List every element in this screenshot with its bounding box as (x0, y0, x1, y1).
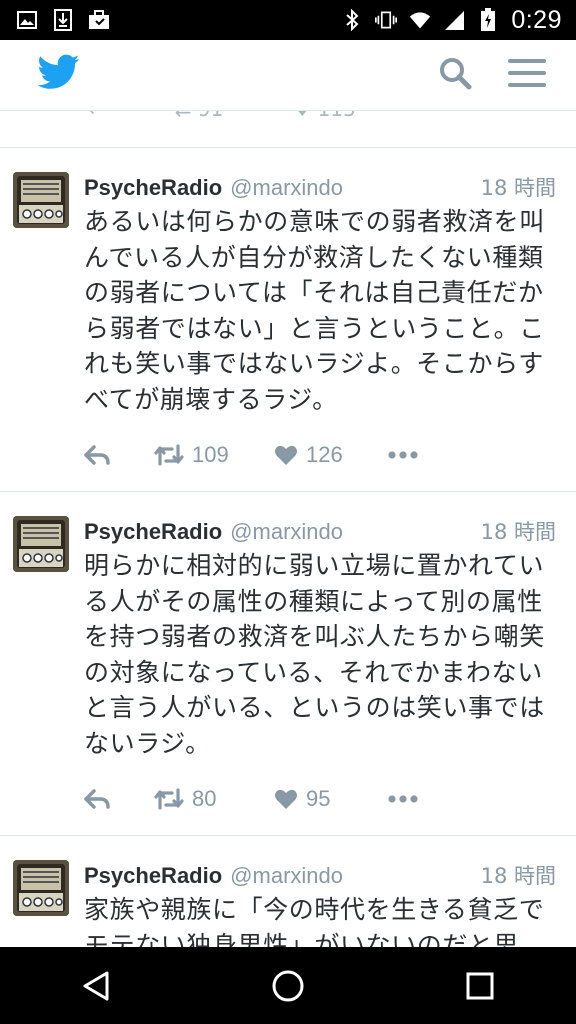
like-count: 95 (306, 786, 331, 811)
tweet-actions: 80 95 (84, 773, 556, 825)
retweet-count: 109 (192, 442, 229, 467)
image-icon (16, 9, 38, 31)
heart-icon (275, 445, 297, 465)
twitter-bird-icon[interactable] (37, 54, 80, 90)
back-icon[interactable] (66, 956, 126, 1016)
app-header (0, 40, 576, 111)
tweet-text: あるいは何らかの意味での弱者救済を叫んでいる人が自分が救済したくない種類の弱者に… (84, 207, 545, 414)
retweet-button[interactable]: 80 (154, 786, 274, 812)
retweet-count: 80 (192, 786, 217, 811)
system-nav-bar (0, 947, 576, 1024)
more-dots-icon (388, 451, 418, 459)
more-options-button[interactable] (388, 450, 418, 460)
reply-button[interactable] (84, 789, 154, 809)
avatar[interactable] (13, 860, 69, 916)
heart-icon (275, 789, 297, 809)
recents-icon[interactable] (450, 956, 510, 1016)
retweet-button[interactable]: 109 (154, 442, 274, 468)
tweet-time[interactable]: 18 時間 (481, 172, 556, 202)
status-bar: 0:29 (0, 0, 576, 40)
user-handle[interactable]: @marxindo (230, 519, 343, 545)
briefcase-icon (88, 9, 110, 31)
more-options-button[interactable] (388, 794, 418, 804)
avatar[interactable] (13, 172, 69, 228)
battery-charging-icon (477, 8, 499, 31)
download-icon (52, 9, 74, 31)
tweet-actions: 109 126 (84, 429, 556, 481)
tweet[interactable]: PsycheRadio @marxindo 18 時間 明らかに相対的に弱い立場… (0, 492, 576, 836)
like-button[interactable]: 126 (274, 442, 388, 468)
like-count: 126 (306, 442, 343, 467)
display-name[interactable]: PsycheRadio (84, 175, 222, 201)
bluetooth-icon (341, 9, 363, 31)
status-clock: 0:29 (511, 5, 562, 34)
retweet-icon (154, 444, 184, 466)
display-name[interactable]: PsycheRadio (84, 519, 222, 545)
vibrate-icon (375, 9, 398, 31)
menu-icon[interactable] (508, 54, 546, 92)
avatar[interactable] (13, 516, 69, 572)
tweet-text: 明らかに相対的に弱い立場に置かれている人がその属性の種類によって別の属性を持つ弱… (84, 551, 545, 758)
search-icon[interactable] (436, 54, 474, 92)
tweet[interactable]: PsycheRadio @marxindo 18 時間 家族や親族に「今の時代を… (0, 836, 576, 947)
tweet-time[interactable]: 18 時間 (481, 516, 556, 546)
reply-icon (84, 789, 110, 809)
timeline[interactable]: ↩⇄ 91♥ 115 PsycheRadio @marxindo 18 時間 (0, 111, 576, 947)
tweet-text: 家族や親族に「今の時代を生きる貧乏でモテない独身男性」がいないのだと思う。いたら… (84, 895, 545, 947)
reply-button[interactable] (84, 445, 154, 465)
tweet[interactable]: PsycheRadio @marxindo 18 時間 あるいは何らかの意味での… (0, 148, 576, 492)
more-dots-icon (388, 795, 418, 803)
display-name[interactable]: PsycheRadio (84, 863, 222, 889)
retweet-icon (154, 788, 184, 810)
reply-icon (84, 445, 110, 465)
home-icon[interactable] (258, 956, 318, 1016)
user-handle[interactable]: @marxindo (230, 175, 343, 201)
user-handle[interactable]: @marxindo (230, 863, 343, 889)
like-button[interactable]: 95 (274, 786, 388, 812)
previous-tweet-fragment: ↩⇄ 91♥ 115 (0, 111, 576, 148)
tweet-time[interactable]: 18 時間 (481, 860, 556, 890)
wifi-icon (409, 9, 431, 31)
signal-icon (443, 9, 465, 31)
